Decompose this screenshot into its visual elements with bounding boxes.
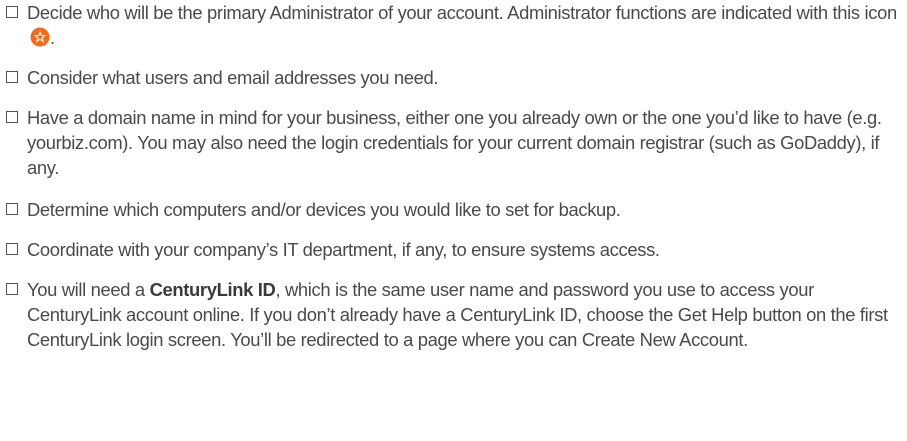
checklist-item-text: Consider what users and email addresses … [27,67,439,88]
checklist-item-text: Coordinate with your company’s IT depart… [27,239,660,260]
checkbox[interactable] [6,203,18,215]
checkbox[interactable] [6,243,18,255]
checkbox[interactable] [6,283,18,295]
checkbox[interactable] [6,111,18,123]
checklist-item: Decide who will be the primary Administr… [6,0,901,53]
prerequisites-checklist: Decide who will be the primary Administr… [0,0,907,441]
checklist-item-text: Determine which computers and/or devices… [27,199,621,220]
checklist-item: Determine which computers and/or devices… [6,197,901,222]
checklist-item: Consider what users and email addresses … [6,65,901,90]
admin-star-icon [30,27,50,53]
checklist-item: Coordinate with your company’s IT depart… [6,237,901,262]
checklist-item-text: Decide who will be the primary Administr… [27,0,901,53]
checkbox[interactable] [6,6,18,18]
checkbox[interactable] [6,71,18,83]
checklist-item-text: You will need a CenturyLink ID, which is… [27,279,888,350]
centurylink-id-term: CenturyLink ID [149,279,276,300]
checklist-item: You will need a CenturyLink ID, which is… [6,277,901,352]
checklist-item: Have a domain name in mind for your busi… [6,105,901,180]
checklist-item-text: Have a domain name in mind for your busi… [27,107,882,178]
